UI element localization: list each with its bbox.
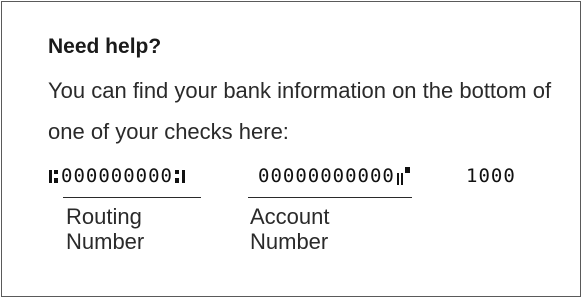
- routing-label-line-1: Routing: [66, 204, 142, 229]
- transit-symbol-icon: [47, 166, 61, 186]
- help-description: You can find your bank information on th…: [48, 78, 552, 144]
- account-number-label: Account Number: [250, 204, 330, 254]
- micr-check-number: 1000: [466, 165, 516, 187]
- routing-underline: [63, 197, 201, 198]
- routing-label-line-2: Number: [66, 229, 145, 254]
- transit-symbol-icon: [173, 166, 187, 186]
- account-underline: [248, 197, 412, 198]
- account-digits: 00000000000: [258, 165, 395, 187]
- on-us-symbol-icon: [395, 166, 413, 186]
- help-title: Need help?: [48, 35, 162, 58]
- micr-routing-number: 000000000: [47, 163, 187, 189]
- account-label-line-1: Account: [250, 204, 330, 229]
- micr-account-number: 00000000000: [258, 163, 413, 189]
- routing-digits: 000000000: [61, 165, 173, 187]
- routing-number-label: Routing Number: [66, 204, 144, 254]
- account-label-line-2: Number: [250, 229, 329, 254]
